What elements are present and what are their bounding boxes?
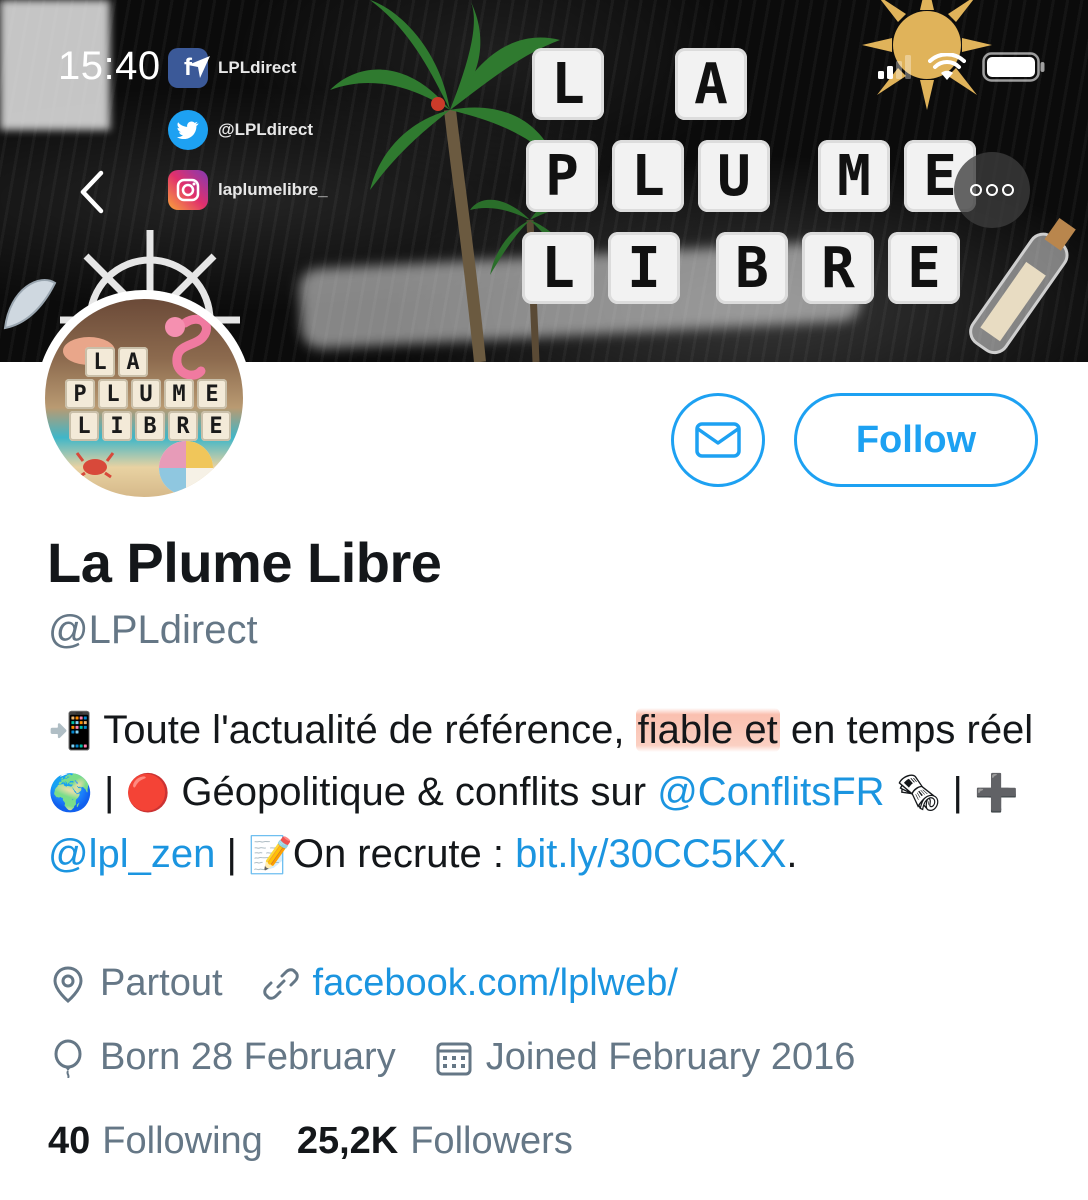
profile-joined: Joined February 2016 [434, 1036, 856, 1079]
logo-tile: M [818, 140, 890, 212]
logo-tile: R [802, 232, 874, 304]
more-dots-icon [1002, 184, 1014, 196]
more-options-button[interactable] [954, 152, 1030, 228]
bio-separator: | [92, 770, 126, 814]
location-text: Partout [100, 962, 223, 1004]
following-label: Following [102, 1120, 263, 1162]
profile-website[interactable]: facebook.com/lplweb/ [261, 962, 678, 1005]
following-count: 40 [48, 1120, 91, 1162]
profile-bio: 📲 Toute l'actualité de référence, fiable… [48, 700, 1058, 886]
link-icon [262, 967, 299, 1000]
location-arrow-icon [188, 56, 210, 78]
logo-tile: E [888, 232, 960, 304]
more-dots-icon [970, 184, 982, 196]
followers-count: 25,2K [296, 1120, 399, 1162]
avatar-tile: E [201, 411, 231, 441]
avatar-tile: U [131, 379, 161, 409]
memo-icon: 📝 [248, 835, 293, 876]
beach-ball-icon [159, 441, 213, 495]
globe-icon: 🌍 [48, 773, 93, 814]
bio-text: . [786, 832, 798, 876]
bio-mention-lpl-zen[interactable]: @lpl_zen [48, 832, 215, 876]
flamingo-icon [165, 314, 211, 380]
profile-meta-row: Born 28 February Joined February 2016 [48, 1036, 893, 1079]
bio-separator: | [941, 770, 974, 814]
envelope-icon [695, 422, 741, 458]
avatar-tile: L [69, 411, 99, 441]
avatar-tile: P [65, 379, 95, 409]
calendar-icon [436, 1042, 472, 1075]
avatar-tile: A [118, 347, 148, 377]
profile-meta-row: Partout facebook.com/lplweb/ [48, 962, 716, 1005]
avatar-tile: B [135, 411, 165, 441]
logo-tile: L [532, 48, 604, 120]
profile-stats: 40 Following 25,2K Followers [48, 1120, 607, 1163]
newspaper-icon: 🗞 [895, 773, 942, 814]
status-time: 15:40 [58, 44, 161, 88]
bio-text: en temps réel [779, 708, 1034, 752]
bio-text: On recrute : [292, 832, 516, 876]
avatar-tile: L [98, 379, 128, 409]
crab-icon [75, 452, 115, 479]
plus-icon: ➕ [973, 773, 1019, 814]
message-bottle-icon [969, 218, 1076, 355]
profile-birthday: Born 28 February [48, 1036, 396, 1079]
avatar[interactable]: L A P L U M E L I B R E [36, 290, 252, 506]
logo-tile: I [608, 232, 680, 304]
avatar-tile: I [102, 411, 132, 441]
birthday-text: Born 28 February [100, 1036, 396, 1078]
mobile-phone-arrow-icon: 📲 [48, 711, 93, 752]
bio-text: Géopolitique & conflits sur [170, 770, 658, 814]
balloon-icon [54, 1039, 82, 1078]
website-link[interactable]: facebook.com/lplweb/ [313, 962, 678, 1005]
avatar-tile: R [168, 411, 198, 441]
avatar-tile: M [164, 379, 194, 409]
logo-tile: U [698, 140, 770, 212]
bio-highlight: fiable et [635, 708, 780, 752]
bio-mention-conflitsfr[interactable]: @ConflitsFR [657, 770, 884, 814]
status-icons [878, 52, 1046, 82]
battery-icon [982, 52, 1045, 82]
cellular-signal-icon [878, 55, 911, 79]
banner-social-label: laplumelibre_ [218, 180, 328, 199]
avatar-tile: L [85, 347, 115, 377]
followers-label: Followers [410, 1120, 573, 1162]
joined-text: Joined February 2016 [485, 1036, 856, 1078]
bio-link[interactable]: bit.ly/30CC5KX [515, 832, 786, 876]
followers-stat[interactable]: 25,2K Followers [297, 1120, 573, 1163]
avatar-image: L A P L U M E L I B R E [45, 299, 243, 497]
message-button[interactable] [671, 393, 765, 487]
logo-tile: A [675, 48, 747, 120]
banner-social-instagram: laplumelibre_ [168, 170, 328, 210]
user-handle: @LPLdirect [48, 608, 258, 652]
location-pin-icon [53, 965, 83, 1003]
profile-location: Partout [48, 962, 223, 1005]
red-circle-icon: 🔴 [125, 773, 171, 814]
display-name: La Plume Libre [47, 531, 442, 594]
chevron-left-icon [80, 170, 104, 214]
banner-social-label: @LPLdirect [218, 120, 313, 139]
logo-tile: B [716, 232, 788, 304]
back-button[interactable] [72, 168, 112, 216]
wifi-icon [928, 53, 966, 80]
logo-tile: L [522, 232, 594, 304]
avatar-tile: E [197, 379, 227, 409]
logo-tile: L [612, 140, 684, 212]
banner-social-twitter: @LPLdirect [168, 110, 313, 150]
bio-separator: | [215, 832, 248, 876]
twitter-icon [168, 110, 208, 150]
bio-text: Toute l'actualité de référence, [92, 708, 636, 752]
banner-social-label: LPLdirect [218, 58, 297, 77]
logo-tile: P [526, 140, 598, 212]
follow-button[interactable]: Follow [794, 393, 1038, 487]
following-stat[interactable]: 40 Following [48, 1120, 263, 1163]
flip-flop-icon [3, 279, 57, 330]
instagram-icon [168, 170, 208, 210]
more-dots-icon [986, 184, 998, 196]
